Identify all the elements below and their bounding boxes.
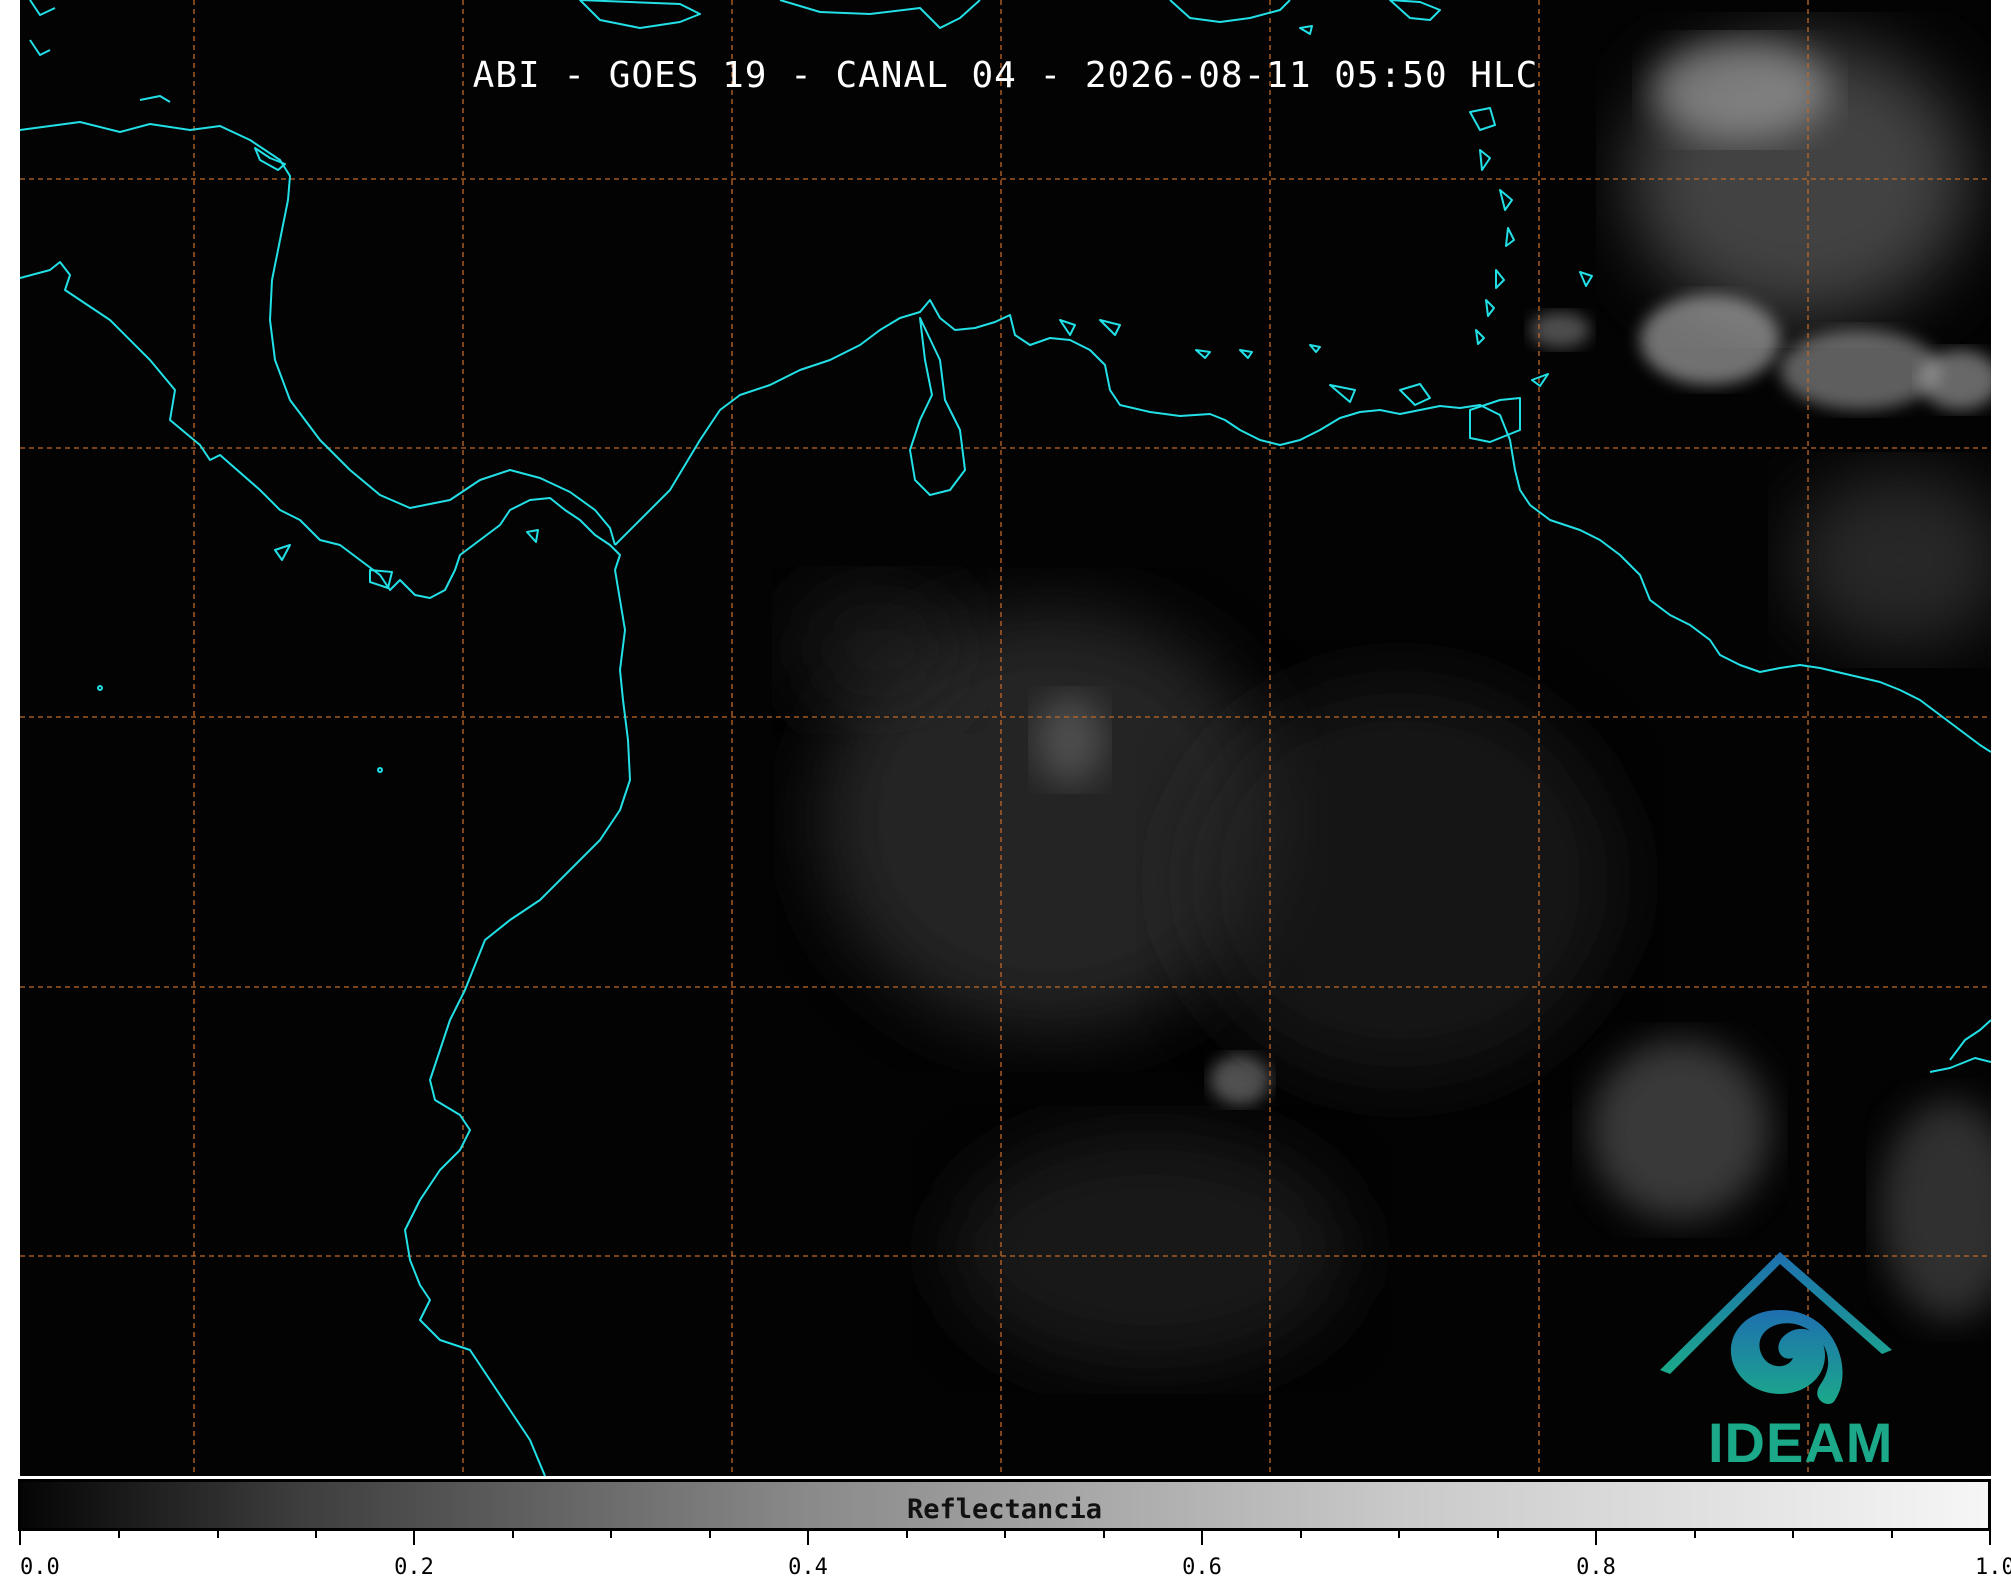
cloud-layer [790, 40, 1991, 1370]
ideam-logo-graphic [1660, 1252, 1892, 1405]
colorbar-tick-label: 0.4 [788, 1555, 828, 1580]
colorbar-tick-label: 1.0 [1975, 1555, 2011, 1580]
colorbar-tick-label: 0.6 [1182, 1555, 1222, 1580]
colorbar-tick-label: 0.2 [394, 1555, 434, 1580]
colorbar-tick-label: 0.0 [20, 1555, 60, 1580]
ideam-logo-text: IDEAM [1708, 1411, 1894, 1474]
colorbar: Reflectancia [18, 1479, 1991, 1531]
colorbar-label: Reflectancia [906, 1494, 1103, 1525]
satellite-map: ABI - GOES 19 - CANAL 04 - 2026-08-11 05… [20, 0, 1991, 1476]
ideam-logo: IDEAM [1660, 1250, 1900, 1474]
colorbar-ticks [19, 1531, 1991, 1545]
map-title: ABI - GOES 19 - CANAL 04 - 2026-08-11 05… [472, 55, 1539, 96]
colorbar-tick-label: 0.8 [1576, 1555, 1616, 1580]
